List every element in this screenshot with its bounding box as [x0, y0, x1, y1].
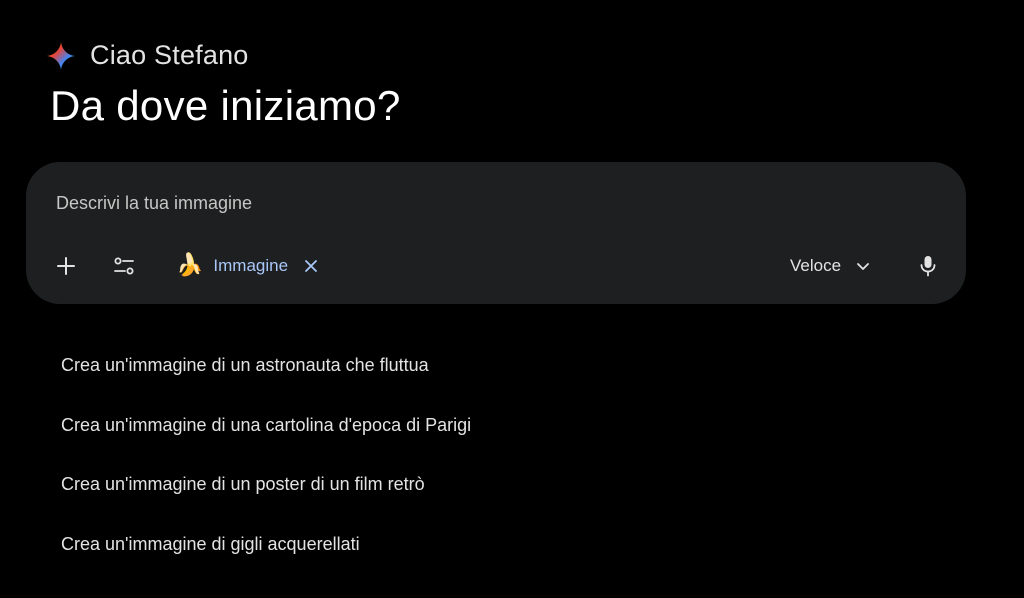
gemini-spark-icon [47, 41, 75, 70]
model-selected-label: Veloce [790, 256, 842, 275]
tools-button[interactable] [104, 246, 144, 286]
close-icon [305, 260, 317, 272]
greeting-text: Ciao Stefano [90, 40, 249, 70]
suggestion-item[interactable]: Crea un'immagine di una cartolina d'epoc… [46, 400, 746, 450]
banana-icon: 🍌 [176, 253, 204, 278]
tools-sliders-icon [114, 257, 134, 275]
greeting: Ciao Stefano [46, 40, 249, 71]
page-title: Da dove iniziamo? [50, 82, 401, 129]
suggestion-list: Crea un'immagine di un astronauta che fl… [46, 340, 746, 578]
chip-label: Immagine [213, 256, 289, 275]
composer-toolbar: 🍌 Immagine Veloce [26, 246, 966, 286]
prompt-composer: 🍌 Immagine Veloce [26, 162, 966, 304]
suggestion-item[interactable]: Crea un'immagine di un poster di un film… [46, 459, 746, 509]
image-tool-chip[interactable]: 🍌 Immagine [172, 248, 322, 284]
chevron-down-icon [857, 263, 869, 270]
chip-close-button[interactable] [304, 259, 318, 273]
plus-icon [57, 257, 75, 275]
add-button[interactable] [46, 246, 86, 286]
suggestion-item[interactable]: Crea un'immagine di un astronauta che fl… [46, 340, 746, 390]
microphone-button[interactable] [908, 246, 948, 286]
suggestion-item[interactable]: Crea un'immagine di gigli acquerellati [46, 519, 746, 569]
microphone-icon [920, 256, 936, 277]
model-selector[interactable]: Veloce [778, 248, 883, 284]
app-page: Ciao Stefano Da dove iniziamo? 🍌 [0, 0, 1024, 598]
prompt-input[interactable] [56, 188, 916, 218]
